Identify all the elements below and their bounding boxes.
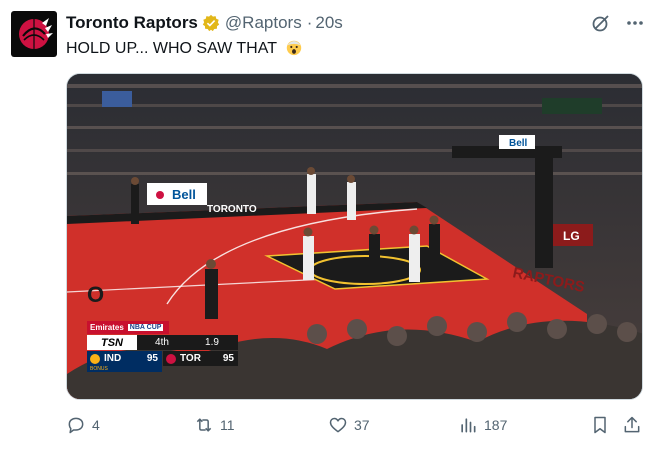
verified-badge-icon — [202, 14, 220, 32]
author-name[interactable]: Toronto Raptors — [66, 13, 198, 33]
author-handle[interactable]: @Raptors — [225, 13, 302, 33]
away-team-points: 95 — [222, 353, 234, 364]
like-button[interactable]: 37 — [328, 412, 370, 438]
tweet-timestamp[interactable]: 20s — [315, 13, 342, 33]
arena-screen — [102, 91, 132, 107]
pacers-logo-icon — [90, 353, 100, 364]
game-period: 4th — [155, 337, 169, 348]
home-team-abbr: IND — [104, 353, 122, 364]
bonus-indicator: BONUS — [87, 366, 162, 372]
repost-icon — [196, 418, 212, 432]
tweet-media-video[interactable]: O Bell TORONTO Bell LG RAPTORS Emirates … — [66, 73, 643, 400]
repost-button[interactable]: 11 — [194, 412, 235, 438]
court-paint-letter-o: O — [87, 282, 104, 307]
grok-icon[interactable] — [590, 12, 612, 34]
scorebug-sponsor-text: Emirates — [90, 323, 124, 332]
like-count: 37 — [354, 417, 370, 433]
bookmark-button[interactable] — [590, 412, 610, 438]
raptors-scorebug-logo-icon — [166, 353, 176, 364]
lg-board-text: LG — [563, 229, 580, 243]
bookmark-icon — [594, 416, 606, 434]
home-team-score: IND 95 — [87, 351, 162, 366]
reply-count: 4 — [92, 417, 100, 433]
scoreboard-panel — [542, 98, 602, 114]
header-actions — [578, 12, 646, 34]
tv-scorebug: Emirates NBA CUP TSN 4th 1.9 IND 95 TOR … — [87, 321, 238, 374]
home-team-points: 95 — [146, 353, 158, 364]
like-icon — [329, 417, 347, 433]
away-team-score: TOR 95 — [163, 351, 238, 366]
more-icon[interactable] — [624, 12, 646, 34]
repost-count: 11 — [220, 417, 235, 433]
shotclock-sign-text: Bell — [509, 138, 528, 149]
game-clock: 1.9 — [205, 337, 219, 348]
bell-sponsor-text: Bell — [172, 187, 196, 202]
views-icon — [461, 418, 476, 433]
astonished-face-emoji — [286, 40, 302, 56]
baseline-toronto-text: TORONTO — [207, 204, 257, 215]
scorebug-game-info: TSN 4th 1.9 — [87, 335, 238, 350]
scorebug-sponsor: Emirates NBA CUP — [87, 321, 169, 334]
reply-icon — [68, 417, 84, 434]
network-logo: TSN — [87, 335, 137, 350]
reply-button[interactable]: 4 — [66, 412, 100, 438]
scorebug-scores: IND 95 TOR 95 — [87, 351, 238, 366]
scorebug-cup-text: NBA CUP — [127, 324, 164, 331]
tweet-text: HOLD UP... WHO SAW THAT — [66, 38, 303, 58]
share-icon — [624, 416, 640, 433]
views-count: 187 — [484, 417, 508, 433]
tweet-action-bar: 4 11 37 187 — [60, 412, 645, 438]
raptors-logo-icon — [19, 18, 53, 49]
views-button[interactable]: 187 — [458, 412, 507, 438]
avatar[interactable] — [11, 11, 57, 57]
time-separator: · — [306, 13, 313, 32]
away-team-abbr: TOR — [180, 353, 201, 364]
tweet-header: Toronto Raptors @Raptors · 20s — [66, 12, 343, 34]
share-button[interactable] — [622, 412, 642, 438]
tweet-text-content: HOLD UP... WHO SAW THAT — [66, 40, 277, 57]
